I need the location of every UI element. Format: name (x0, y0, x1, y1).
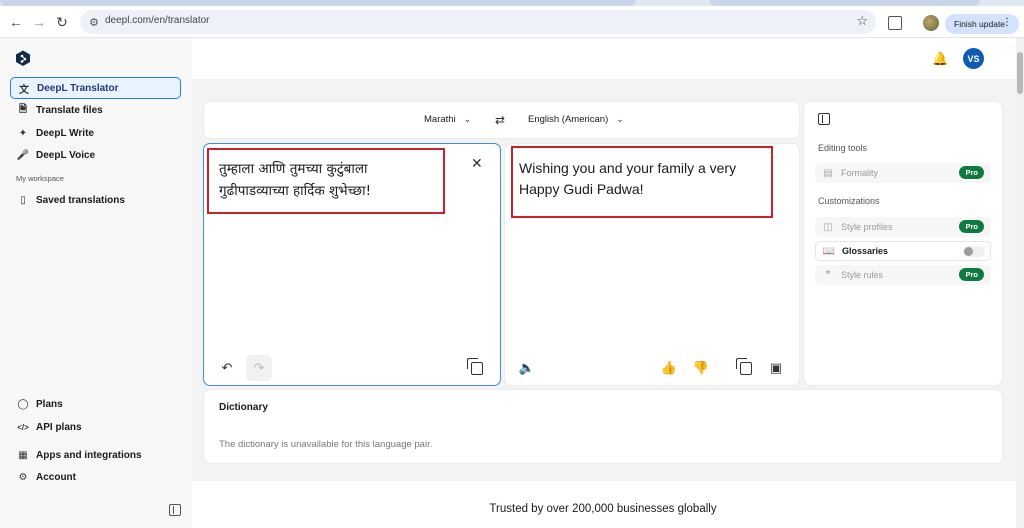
finish-update-button[interactable]: Finish update ⋮ (945, 14, 1019, 34)
site-settings-icon[interactable]: ⚙ (86, 14, 102, 30)
swap-languages-icon[interactable]: ⇄ (495, 113, 505, 127)
glossaries-tool[interactable]: 📖 Glossaries (815, 241, 991, 261)
trusted-text: Trusted by over 200,000 businesses globa… (489, 503, 717, 515)
chevron-down-icon: ⌄ (616, 114, 624, 124)
style-rules-label: Style rules (841, 270, 884, 280)
app-header (192, 38, 1016, 79)
sidebar-item-label: DeepL Write (36, 127, 94, 139)
sidebar-item-api-plans[interactable]: </> API plans (10, 416, 181, 438)
book-icon: 📖 (822, 245, 836, 257)
sidebar: 文 DeepL Translator 🗎 Translate files ✦ D… (0, 38, 192, 528)
avatar[interactable]: VS (963, 48, 984, 69)
source-language-label: Marathi (424, 114, 456, 125)
scrollbar-thumb[interactable] (1017, 52, 1023, 94)
bookmark-star-icon[interactable]: ☆ (856, 13, 868, 29)
style-profiles-icon: ◫ (823, 221, 833, 233)
collapse-sidebar-icon[interactable] (169, 504, 181, 516)
sidebar-item-label: DeepL Voice (36, 149, 96, 161)
pro-badge: Pro (959, 166, 984, 179)
toggle-panel-icon[interactable] (818, 113, 830, 125)
more-vertical-icon: ⋮ (1002, 17, 1012, 28)
formality-tool[interactable]: ▤ Formality Pro (815, 163, 991, 183)
source-language-select[interactable]: Marathi ⌄ (424, 114, 471, 125)
sidebar-item-label: API plans (36, 421, 82, 433)
dictionary-message: The dictionary is unavailable for this l… (219, 439, 433, 450)
sidebar-item-label: Account (36, 471, 76, 483)
code-icon: </> (17, 422, 29, 432)
style-rules-icon: ❞ (825, 269, 831, 281)
sidebar-item-apps-integrations[interactable]: ▦ Apps and integrations (10, 444, 181, 466)
bell-icon[interactable]: 🔔 (932, 51, 948, 67)
style-rules-tool[interactable]: ❞ Style rules Pro (815, 265, 991, 285)
sidebar-item-account[interactable]: ⚙ Account (10, 466, 181, 488)
copy-translation-icon[interactable] (736, 358, 752, 375)
tag-icon: ◯ (17, 398, 29, 410)
address-bar[interactable]: ⚙ deepl.com/en/translator ☆ (80, 10, 876, 34)
customizations-label: Customizations (818, 196, 880, 206)
pro-badge: Pro (959, 220, 984, 233)
gear-icon: ⚙ (18, 471, 28, 483)
highlight-box-source (207, 148, 445, 214)
forward-icon[interactable]: → (29, 12, 49, 32)
sidebar-item-label: DeepL Translator (37, 82, 119, 94)
undo-icon[interactable]: ↶ (219, 360, 235, 376)
thumbs-up-icon[interactable]: 👍 (661, 360, 677, 376)
page-scrollbar[interactable] (1016, 38, 1024, 528)
finish-update-label: Finish update (954, 19, 1006, 29)
sidebar-item-label: Plans (36, 398, 63, 410)
sidebar-item-translate-files[interactable]: 🗎 Translate files (10, 99, 181, 121)
dictionary-title: Dictionary (219, 402, 268, 413)
copy-source-icon[interactable] (467, 358, 483, 375)
bookmark-icon: ▯ (20, 194, 26, 206)
sidebar-item-label: Saved translations (36, 194, 125, 206)
workspace-section-label: My workspace (16, 174, 64, 183)
microphone-icon: 🎤 (16, 149, 30, 161)
extensions-icon[interactable] (888, 16, 902, 30)
sidebar-item-saved-translations[interactable]: ▯ Saved translations (10, 189, 181, 211)
formality-icon: ▤ (823, 167, 833, 179)
deepl-logo-icon[interactable] (15, 50, 31, 67)
sidebar-item-label: Apps and integrations (36, 449, 142, 461)
formality-label: Formality (841, 168, 879, 178)
file-icon: 🗎 (18, 103, 28, 115)
reload-icon[interactable]: ↻ (52, 12, 72, 32)
apps-icon: ▦ (18, 449, 28, 461)
target-language-select[interactable]: English (American) ⌄ (528, 114, 624, 125)
save-translation-icon[interactable]: ▣ (768, 360, 784, 376)
magic-pen-icon: ✦ (18, 127, 28, 139)
sidebar-item-label: Translate files (36, 104, 103, 116)
highlight-box-target (511, 146, 773, 218)
redo-icon: ↷ (253, 360, 265, 375)
sidebar-item-deepl-translator[interactable]: 文 DeepL Translator (10, 77, 181, 99)
style-profiles-label: Style profiles (841, 222, 893, 232)
dictionary-panel (203, 389, 1003, 464)
editing-tools-label: Editing tools (818, 143, 868, 153)
speaker-icon[interactable]: 🔈 (519, 360, 535, 376)
target-language-label: English (American) (528, 114, 609, 125)
sidebar-item-deepl-voice[interactable]: 🎤 DeepL Voice (10, 144, 181, 166)
browser-toolbar: ← → ↻ ⚙ deepl.com/en/translator ☆ Finish… (0, 6, 1024, 38)
style-profiles-tool[interactable]: ◫ Style profiles Pro (815, 217, 991, 237)
chevron-down-icon: ⌄ (463, 114, 472, 124)
back-icon[interactable]: ← (6, 12, 26, 32)
glossaries-toggle[interactable] (963, 246, 985, 257)
browser-profile-avatar[interactable] (923, 15, 939, 31)
translate-icon: 文 (19, 84, 29, 96)
pro-badge: Pro (959, 268, 984, 281)
sidebar-item-deepl-write[interactable]: ✦ DeepL Write (10, 122, 181, 144)
sidebar-item-plans[interactable]: ◯ Plans (10, 393, 181, 415)
clear-text-icon[interactable]: ✕ (471, 155, 483, 172)
url-text[interactable]: deepl.com/en/translator (105, 15, 210, 26)
thumbs-down-icon[interactable]: 👎 (693, 360, 709, 376)
glossaries-label: Glossaries (842, 246, 889, 256)
